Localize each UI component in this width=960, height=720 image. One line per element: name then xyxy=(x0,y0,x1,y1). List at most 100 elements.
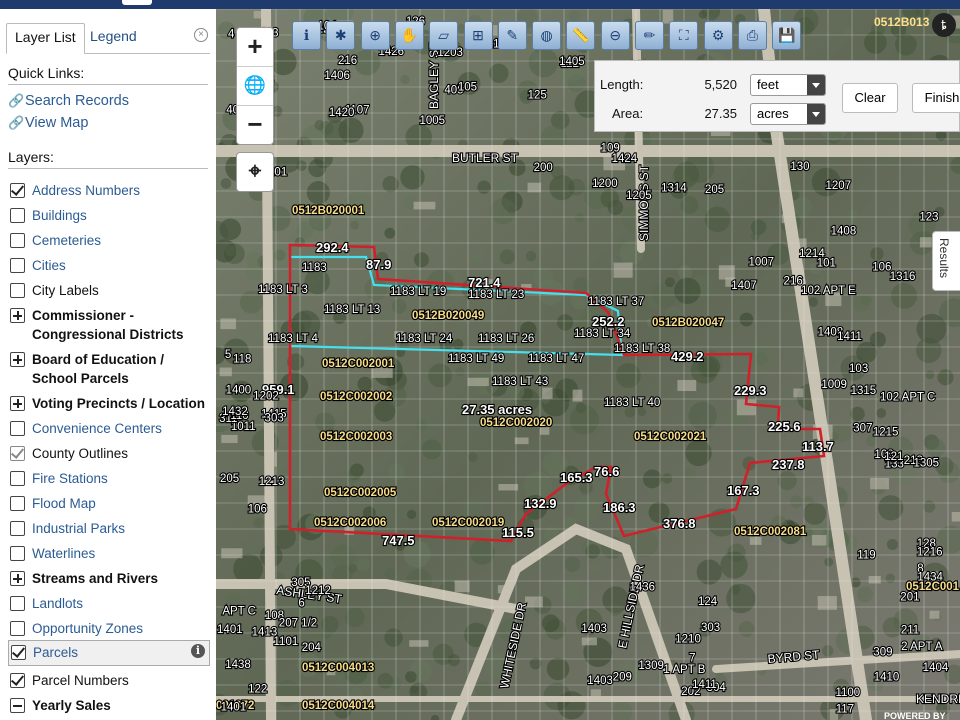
layer-label: Cemeteries xyxy=(32,233,102,248)
tab-legend[interactable]: Legend xyxy=(82,23,145,51)
tree xyxy=(856,341,878,363)
layer-checkbox[interactable] xyxy=(10,283,25,298)
layer-checkbox[interactable] xyxy=(10,421,25,436)
layer-checkbox[interactable] xyxy=(10,258,25,273)
layer-checkbox[interactable] xyxy=(10,596,25,611)
chevron-down-icon xyxy=(807,104,825,124)
layer-checkbox[interactable] xyxy=(10,183,25,198)
address-label: 201 xyxy=(900,591,919,603)
address-label: 5 xyxy=(225,349,231,361)
info-icon[interactable]: i xyxy=(191,644,205,658)
tree xyxy=(306,181,330,205)
tree xyxy=(246,251,262,267)
lot-label: 1183 LT 26 xyxy=(478,333,534,345)
quick-link-view-map[interactable]: 🔗View Map xyxy=(8,115,88,131)
tree xyxy=(475,681,492,698)
layers-icon[interactable]: ◍ xyxy=(532,21,562,50)
tree xyxy=(588,561,600,573)
address-label: 1315 xyxy=(851,385,877,397)
avatar[interactable]: ȶ xyxy=(932,13,956,37)
crosshair-icon[interactable]: ⌖ xyxy=(237,153,273,191)
results-tab[interactable]: Results xyxy=(932,231,960,291)
tree xyxy=(573,277,590,294)
print-icon[interactable]: ⎙ xyxy=(737,21,767,50)
identify-icon[interactable]: ✱ xyxy=(326,21,356,50)
rooftop xyxy=(413,201,436,210)
address-label: 216 xyxy=(784,275,803,287)
info-icon[interactable]: ℹ xyxy=(292,21,321,50)
layer-checkbox[interactable] xyxy=(10,446,25,461)
layer-label: County Outlines xyxy=(32,446,129,461)
layer-label: Board of Education / School Parcels xyxy=(32,352,165,386)
zoom-in-button[interactable]: + xyxy=(237,28,273,67)
zoom-control: + 🌐 − xyxy=(236,27,274,145)
dimension-label: 115.5 xyxy=(502,525,534,540)
close-icon[interactable]: × xyxy=(194,28,208,42)
layer-checkbox[interactable] xyxy=(10,621,25,636)
address-label: 1215 xyxy=(873,427,899,439)
expand-toggle[interactable] xyxy=(10,352,25,367)
address-label: 1436 xyxy=(629,582,655,594)
draw-icon[interactable]: ✏ xyxy=(635,21,664,50)
layer-checkbox[interactable] xyxy=(10,673,25,688)
expand-toggle[interactable] xyxy=(10,308,25,323)
zoom-in-tool-icon[interactable]: ⊕ xyxy=(360,21,390,50)
layer-item[interactable]: Parcels i xyxy=(8,640,210,666)
print-setup-icon[interactable]: ⚙ xyxy=(703,21,733,50)
area-unit-value: acres xyxy=(757,106,789,121)
street-label: BUTLER ST xyxy=(452,151,519,165)
address-label: 1403 xyxy=(587,675,613,687)
clear-button[interactable]: Clear xyxy=(842,83,898,113)
layer-checkbox[interactable] xyxy=(10,521,25,536)
address-label: 1212 xyxy=(305,585,331,597)
address-label: 124 xyxy=(698,596,718,608)
zoom-extent-icon[interactable]: ⊞ xyxy=(463,21,493,50)
map-view[interactable]: BUTLER ST SIMMONS ST BAGLEY ST ASHLEY ST WHI… xyxy=(216,9,960,720)
quick-link-search-records[interactable]: 🔗Search Records xyxy=(8,93,129,109)
tree xyxy=(292,312,312,332)
zoom-out-tool-icon[interactable]: ⊖ xyxy=(600,21,630,50)
top-bar-button[interactable] xyxy=(122,0,152,5)
rooftop xyxy=(870,477,889,490)
save-icon[interactable]: 💾 xyxy=(772,21,802,50)
tree xyxy=(777,471,797,491)
parcel-id: 0512B020047 xyxy=(652,317,724,329)
lot-label: 1183 LT 13 xyxy=(324,304,380,316)
layer-label: Streams and Rivers xyxy=(32,571,159,586)
tree xyxy=(530,51,541,62)
address-label: 1401 xyxy=(221,702,247,714)
globe-icon[interactable]: 🌐 xyxy=(237,67,273,106)
pan-hand-icon[interactable]: ✋ xyxy=(394,21,424,50)
tree xyxy=(413,252,429,268)
layer-label: Buildings xyxy=(32,208,87,223)
tree xyxy=(428,363,453,388)
finish-button[interactable]: Finish xyxy=(912,83,960,113)
measure-ruler-icon[interactable]: 📏 xyxy=(566,21,596,50)
layer-checkbox[interactable] xyxy=(11,645,26,660)
layer-checkbox[interactable] xyxy=(10,496,25,511)
layer-checkbox[interactable] xyxy=(10,208,25,223)
sidebar: Layer List Legend × Quick Links: 🔗Search… xyxy=(0,9,217,720)
layer-checkbox[interactable] xyxy=(10,233,25,248)
length-unit-select[interactable]: feet xyxy=(750,74,826,96)
parcel-id: 0512C002019 xyxy=(432,517,504,529)
link-icon: 🔗 xyxy=(8,93,25,108)
pencil-icon[interactable]: ✎ xyxy=(497,21,527,50)
layer-checkbox[interactable] xyxy=(10,471,25,486)
area-unit-select[interactable]: acres xyxy=(750,103,826,125)
zoom-out-button[interactable]: − xyxy=(237,106,273,144)
expand-toggle[interactable] xyxy=(10,571,25,586)
layer-checkbox[interactable] xyxy=(10,546,25,561)
tree xyxy=(224,245,237,257)
eraser-icon[interactable]: ▱ xyxy=(429,21,459,50)
tree xyxy=(882,617,903,638)
full-screen-icon[interactable]: ⛶ xyxy=(669,21,699,50)
tree xyxy=(824,557,834,567)
expand-toggle[interactable] xyxy=(10,396,25,411)
tree xyxy=(916,337,942,364)
tree xyxy=(528,47,559,78)
tab-layer-list[interactable]: Layer List xyxy=(6,23,85,54)
expand-toggle[interactable] xyxy=(10,698,25,713)
address-label: 1009 xyxy=(821,379,847,391)
rooftop xyxy=(467,377,489,387)
